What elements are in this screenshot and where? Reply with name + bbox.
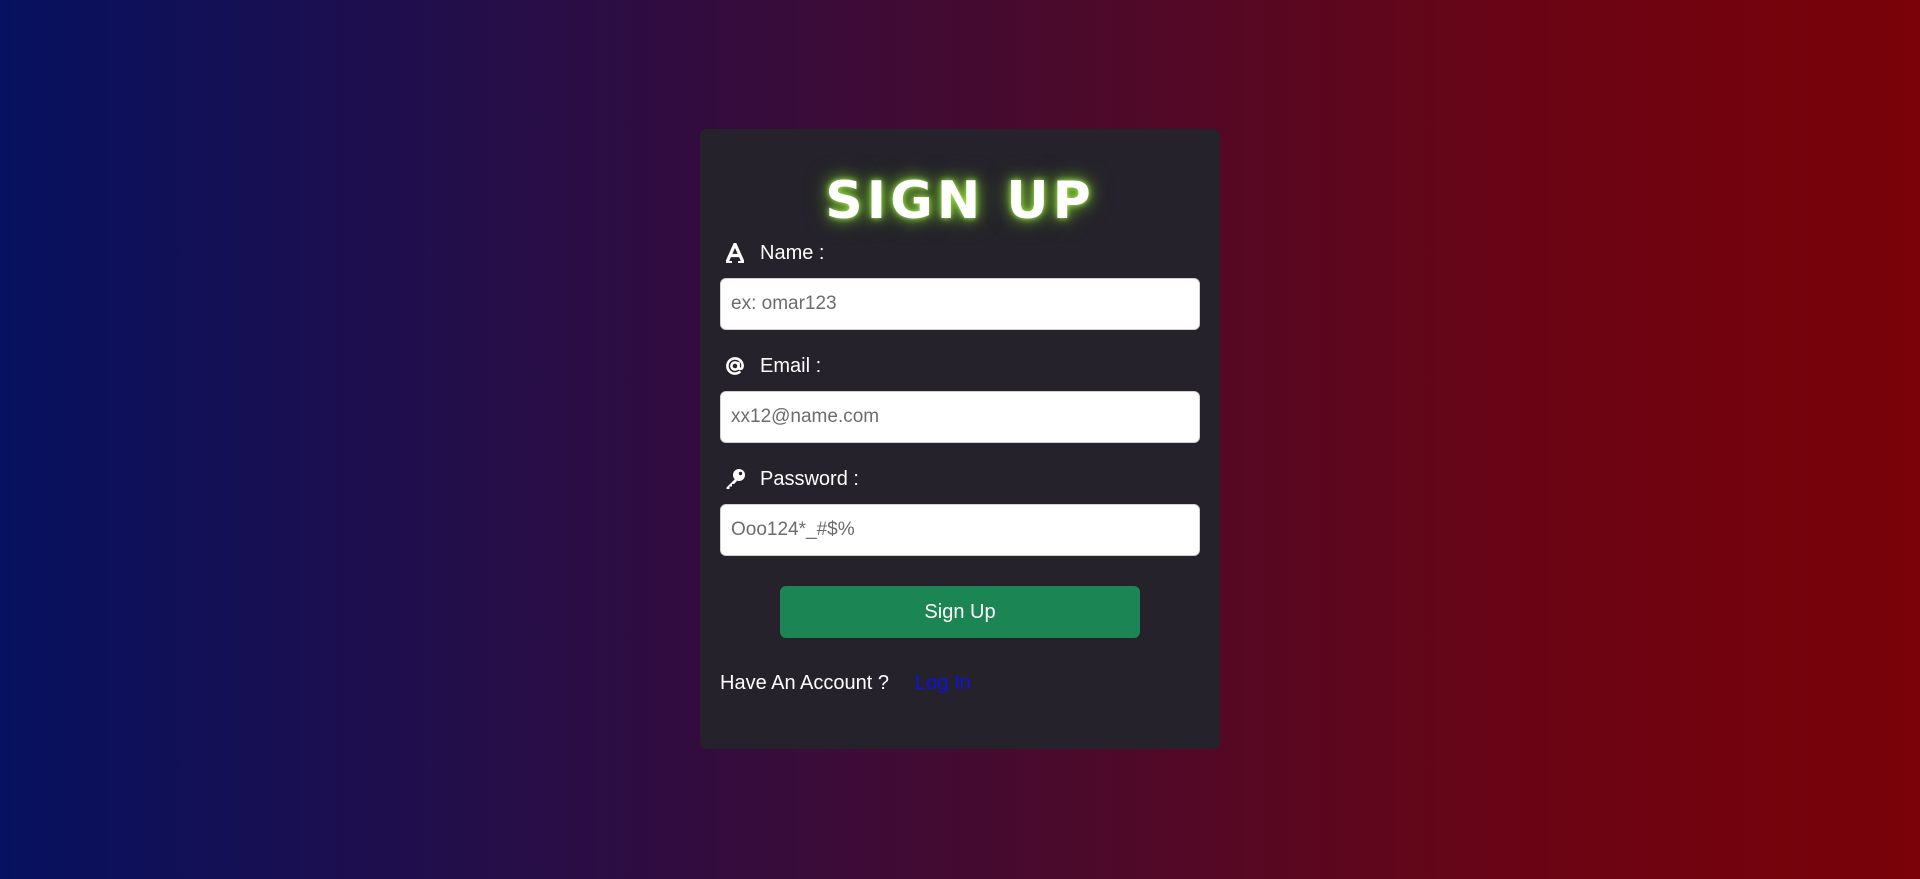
password-label-text: Password : (760, 467, 859, 490)
log-in-link[interactable]: Log In (915, 672, 971, 695)
name-input[interactable] (720, 278, 1200, 330)
name-label-text: Name : (760, 241, 825, 264)
password-input[interactable] (720, 504, 1200, 556)
email-label-text: Email : (760, 354, 822, 377)
page-title: SIGN UP (825, 171, 1095, 231)
signup-card: SIGN UP Name : Email : Passwo (700, 129, 1220, 749)
password-label: Password : (724, 465, 1200, 493)
have-account-text: Have An Account ? (720, 672, 890, 694)
key-icon (724, 468, 746, 490)
letter-a-icon (724, 242, 746, 264)
login-prompt-row: Have An Account ? Log In (720, 672, 1200, 695)
email-label: Email : (724, 352, 1200, 380)
at-sign-icon (724, 355, 746, 377)
sign-up-button[interactable]: Sign Up (780, 586, 1140, 638)
name-label: Name : (724, 239, 1200, 267)
email-input[interactable] (720, 391, 1200, 443)
